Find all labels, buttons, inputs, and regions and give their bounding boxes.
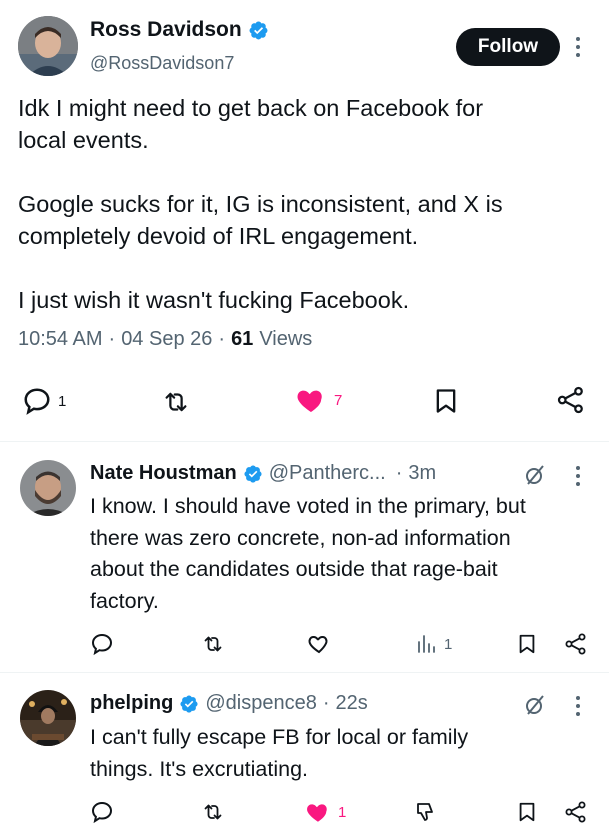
like-button[interactable] <box>306 632 332 656</box>
more-options-icon[interactable] <box>573 693 583 719</box>
retweet-icon <box>160 387 192 417</box>
tweet-text-line: local events. <box>18 127 149 153</box>
retweet-button[interactable] <box>200 632 226 656</box>
reply-text-line: I know. I should have voted in the prima… <box>90 494 526 518</box>
reply-text: I can't fully escape FB for local or fam… <box>90 722 600 785</box>
separator-dot: · <box>108 328 116 350</box>
reply-text-line: things. It's excrutiating. <box>90 756 309 781</box>
author-row: Ross Davidson <box>90 18 269 42</box>
reply-count: 1 <box>58 392 67 410</box>
bookmark-icon <box>516 800 538 824</box>
reply-text-line: I can't fully escape FB for local or fam… <box>90 725 469 749</box>
separator-dot: · <box>218 328 226 350</box>
reply-icon <box>90 632 114 656</box>
reply-header: Nate Houstman @Pantherc... · 3m <box>90 462 436 485</box>
grok-icon[interactable] <box>523 693 547 717</box>
heart-icon <box>294 384 328 416</box>
tweet-time[interactable]: 10:54 AM <box>18 328 103 351</box>
like-button[interactable]: 7 <box>294 384 342 416</box>
reply-views-count: 1 <box>444 635 453 653</box>
tweet-text-line: Google sucks for it, IG is inconsistent,… <box>18 191 503 217</box>
verified-badge-icon <box>243 464 263 484</box>
heart-icon <box>304 799 332 825</box>
grok-icon[interactable] <box>523 463 547 487</box>
reply-author-name[interactable]: phelping <box>90 692 173 715</box>
reply-text-line: about the candidates outside that rage-b… <box>90 557 498 581</box>
reply-text: I know. I should have voted in the prima… <box>90 491 600 617</box>
follow-button[interactable]: Follow <box>456 28 560 66</box>
share-icon <box>564 632 588 656</box>
reply-icon <box>90 800 114 824</box>
share-button[interactable] <box>556 385 586 415</box>
share-button[interactable] <box>564 800 588 824</box>
reply-age[interactable]: 22s <box>335 692 367 715</box>
reply-age[interactable]: 3m <box>408 462 436 485</box>
views-button[interactable]: 1 <box>414 632 452 656</box>
more-options-icon[interactable] <box>573 463 583 489</box>
tweet-date[interactable]: 04 Sep 26 <box>121 328 212 351</box>
bookmark-icon <box>432 386 460 416</box>
reply-icon <box>22 386 52 416</box>
tweet-text: Idk I might need to get back on Facebook… <box>18 92 598 316</box>
tweet-text-line: I just wish it wasn't fucking Facebook. <box>18 287 410 313</box>
avatar-image <box>20 690 76 746</box>
bookmark-button[interactable] <box>516 632 538 656</box>
avatar-image <box>20 460 76 516</box>
share-button[interactable] <box>564 632 588 656</box>
like-button[interactable]: 1 <box>304 799 346 825</box>
tweet-text-line: completely devoid of IRL engagement. <box>18 223 419 249</box>
author-name[interactable]: Ross Davidson <box>90 18 242 42</box>
thumbs-down-icon <box>414 800 438 824</box>
retweet-icon <box>200 632 226 656</box>
divider <box>0 441 609 442</box>
reply-text-line: there was zero concrete, non-ad informat… <box>90 525 511 550</box>
heart-outline-icon <box>306 632 332 656</box>
tweet-text-line: Idk I might need to get back on Facebook… <box>18 95 484 121</box>
bookmark-icon <box>516 632 538 656</box>
reply-button[interactable] <box>90 632 114 656</box>
separator-dot: · <box>395 462 403 484</box>
like-count: 7 <box>334 391 343 409</box>
divider <box>0 672 609 673</box>
avatar-ross[interactable] <box>18 16 78 76</box>
share-icon <box>564 800 588 824</box>
reply-header: phelping @dispence8 · 22s <box>90 692 368 715</box>
verified-badge-icon <box>248 20 269 41</box>
views-count: 61 <box>231 328 254 350</box>
avatar-image <box>18 16 78 76</box>
retweet-button[interactable] <box>160 387 192 417</box>
avatar-nate[interactable] <box>20 460 76 516</box>
retweet-icon <box>200 800 226 824</box>
reply-button[interactable]: 1 <box>22 386 66 416</box>
reply-button[interactable] <box>90 800 114 824</box>
reply-like-count: 1 <box>338 803 347 821</box>
share-icon <box>556 385 586 415</box>
tweet-meta: 10:54 AM · 04 Sep 26 · 61 Views <box>18 328 312 351</box>
verified-badge-icon <box>179 694 199 714</box>
bookmark-button[interactable] <box>432 386 460 416</box>
bookmark-button[interactable] <box>516 800 538 824</box>
analytics-icon <box>414 632 438 656</box>
separator-dot: · <box>322 692 330 714</box>
reply-author-handle[interactable]: @Pantherc... <box>269 462 386 485</box>
reply-author-name[interactable]: Nate Houstman <box>90 462 237 485</box>
reply-text-line: factory. <box>90 588 159 613</box>
avatar-phelping[interactable] <box>20 690 76 746</box>
author-handle[interactable]: @RossDavidson7 <box>90 53 234 74</box>
dislike-button[interactable] <box>414 800 438 824</box>
more-options-icon[interactable] <box>573 34 583 60</box>
views-label: Views <box>259 328 313 350</box>
retweet-button[interactable] <box>200 800 226 824</box>
reply-author-handle[interactable]: @dispence8 <box>205 692 316 715</box>
